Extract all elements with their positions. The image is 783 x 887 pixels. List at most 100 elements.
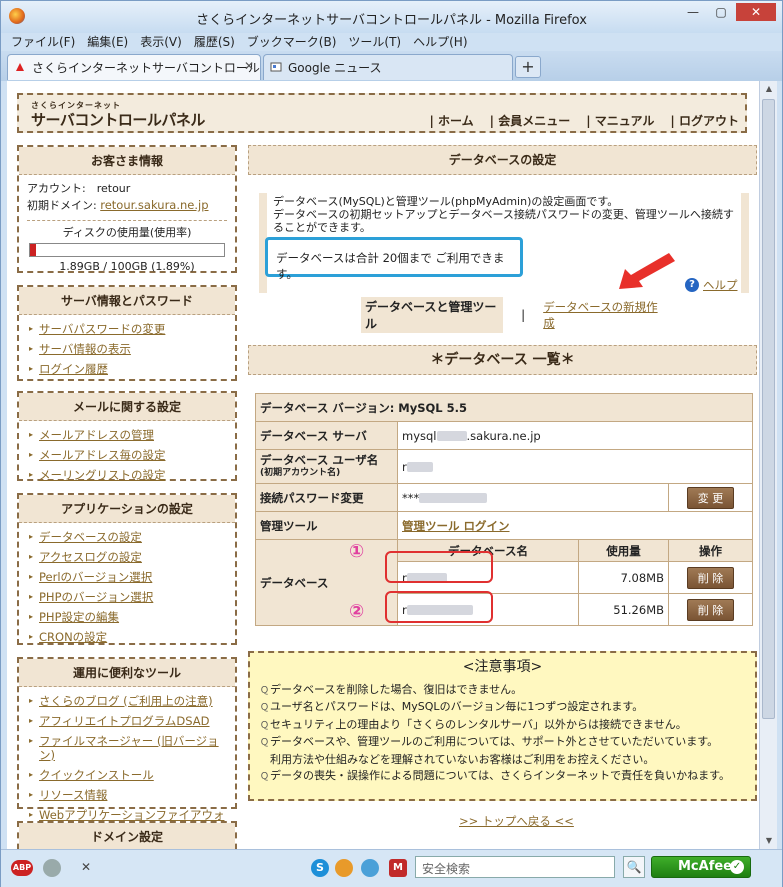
check-icon: ✓	[730, 860, 744, 874]
tab-bar: さくらインターネットサーバコントロールパネル ✕ Google ニュース +	[1, 51, 782, 81]
app-menu-title: アプリケーションの設定	[19, 495, 235, 523]
limit-highlight: データベースは合計 20個まで ご利用できます。	[265, 237, 523, 281]
addon-orange-icon[interactable]	[335, 859, 353, 877]
domain-link[interactable]: retour.sakura.ne.jp	[100, 198, 208, 212]
notice-item: データベースや、管理ツールのご利用については、サポート外とさせていただいています…	[260, 734, 745, 752]
back-to-top-link[interactable]: >> トップへ戻る <<	[459, 813, 574, 829]
sakura-favicon-icon	[16, 63, 24, 71]
link-php-version[interactable]: PHPのバージョン選択	[29, 587, 225, 607]
safe-search-input[interactable]: 安全検索	[415, 856, 615, 878]
addon-globe-icon[interactable]	[361, 859, 379, 877]
delete-db-button[interactable]: 削 除	[686, 566, 735, 589]
mcafee-shield-icon[interactable]: M	[389, 859, 407, 877]
link-server-info[interactable]: サーバ情報の表示	[29, 339, 225, 359]
nav-member-menu[interactable]: 会員メニュー	[490, 112, 570, 129]
db-user-label: データベース ユーザ名	[260, 452, 379, 467]
domain-label: 初期ドメイン:	[27, 199, 97, 212]
link-php-settings[interactable]: PHP設定の編集	[29, 607, 225, 627]
redacted-text	[436, 431, 467, 441]
tab-google-news[interactable]: Google ニュース	[263, 54, 513, 80]
maximize-button[interactable]: ▢	[708, 3, 734, 21]
menu-history[interactable]: 履歴(S)	[194, 33, 235, 51]
link-cron[interactable]: CRONの設定	[29, 627, 225, 647]
menu-file[interactable]: ファイル(F)	[11, 33, 75, 51]
link-server-password[interactable]: サーバパスワードの変更	[29, 319, 225, 339]
adblock-icon[interactable]: ABP	[11, 860, 33, 876]
close-button[interactable]: ✕	[736, 3, 776, 21]
disk-usage-text: 1.89GB / 100GB (1.89%)	[59, 260, 195, 273]
tools-menu-box: 運用に便利なツール さくらのブログ (ご利用上の注意) アフィリエイトプログラム…	[17, 657, 237, 836]
server-menu-title: サーバ情報とパスワード	[19, 287, 235, 315]
help-link[interactable]: ? ヘルプ	[685, 277, 738, 293]
link-mail-address[interactable]: メールアドレスの管理	[29, 425, 225, 445]
nav-manual[interactable]: マニュアル	[586, 112, 655, 129]
browser-window: さくらインターネットサーバコントロールパネル - Mozilla Firefox…	[0, 0, 783, 887]
new-tab-button[interactable]: +	[515, 56, 541, 78]
link-perl-version[interactable]: Perlのバージョン選択	[29, 567, 225, 587]
intro-line-1: データベース(MySQL)と管理ツール(phpMyAdmin)の設定画面です。	[273, 195, 619, 208]
delete-db-button[interactable]: 削 除	[686, 598, 735, 621]
change-password-button[interactable]: 変 更	[686, 486, 735, 509]
customer-info-title: お客さま情報	[19, 147, 235, 175]
mail-menu-title: メールに関する設定	[19, 393, 235, 421]
page-title: データベースの設定	[248, 145, 757, 175]
db-server-suffix: .sakura.ne.jp	[466, 428, 541, 443]
notice-box: <注意事項> データベースを削除した場合、復旧はできません。 ユーザ名とパスワー…	[248, 651, 757, 801]
db-tool-label: 管理ツール	[255, 511, 398, 540]
scroll-thumb[interactable]	[762, 99, 775, 719]
account-label: アカウント:	[27, 182, 86, 195]
nav-home[interactable]: ホーム	[429, 112, 474, 129]
domain-menu-box: ドメイン設定	[17, 821, 237, 849]
link-login-history[interactable]: ログイン履歴	[29, 359, 225, 379]
notice-item: ユーザ名とパスワードは、MySQLのバージョン毎に1つずつ設定されます。	[260, 699, 745, 717]
db-password-label: 接続パスワード変更	[255, 483, 398, 512]
page-header: さくらインターネット サーバコントロールパネル ホーム 会員メニュー マニュアル…	[17, 93, 747, 133]
link-file-manager[interactable]: ファイルマネージャー (旧バージョン)	[29, 731, 225, 765]
redacted-text	[406, 462, 433, 472]
mcafee-badge[interactable]: McAfee ✓	[651, 856, 751, 878]
skype-icon[interactable]: S	[311, 859, 329, 877]
col-usage: 使用量	[578, 539, 669, 562]
phpmyadmin-login-link[interactable]: 管理ツール ログイン	[402, 519, 510, 533]
notice-title: <注意事項>	[462, 659, 543, 675]
tab-label: さくらインターネットサーバコントロールパネル	[32, 61, 260, 75]
menu-bookmarks[interactable]: ブックマーク(B)	[247, 33, 337, 51]
minimize-button[interactable]: —	[680, 3, 706, 21]
link-quick-install[interactable]: クイックインストール	[29, 765, 225, 785]
subtab-new-db[interactable]: データベースの新規作成	[543, 299, 661, 331]
server-menu-box: サーバ情報とパスワード サーバパスワードの変更 サーバ情報の表示 ログイン履歴	[17, 285, 237, 381]
help-icon: ?	[685, 278, 699, 292]
scroll-down-icon[interactable]: ▼	[760, 833, 778, 849]
domain-menu-title: ドメイン設定	[19, 823, 235, 849]
link-db-settings[interactable]: データベースの設定	[29, 527, 225, 547]
vertical-scrollbar[interactable]: ▲ ▼	[759, 81, 777, 849]
menu-tools[interactable]: ツール(T)	[348, 33, 401, 51]
close-tab-icon[interactable]: ✕	[244, 59, 254, 73]
tab-sakura[interactable]: さくらインターネットサーバコントロールパネル ✕	[7, 54, 261, 80]
link-access-log[interactable]: アクセスログの設定	[29, 547, 225, 567]
search-icon[interactable]: 🔍	[623, 856, 645, 878]
window-title: さくらインターネットサーバコントロールパネル - Mozilla Firefox	[196, 13, 587, 28]
tools-menu-title: 運用に便利なツール	[19, 659, 235, 687]
db-usage: 51.26MB	[578, 593, 669, 626]
scroll-up-icon[interactable]: ▲	[760, 81, 778, 97]
subtab-db-tools[interactable]: データベースと管理ツール	[361, 297, 504, 333]
tab-label: Google ニュース	[288, 61, 382, 75]
notice-item: データベースを削除した場合、復旧はできません。	[260, 682, 745, 700]
app-menu-box: アプリケーションの設定 データベースの設定 アクセスログの設定 Perlのバージ…	[17, 493, 237, 645]
account-value: retour	[96, 182, 131, 195]
redacted-text	[419, 493, 488, 503]
nav-logout[interactable]: ログアウト	[670, 112, 739, 129]
link-mail-settings[interactable]: メールアドレス毎の設定	[29, 445, 225, 465]
menu-view[interactable]: 表示(V)	[140, 33, 182, 51]
link-blog[interactable]: さくらのブログ (ご利用上の注意)	[29, 691, 225, 711]
addon-gray-icon[interactable]	[43, 859, 61, 877]
close-icon[interactable]: ✕	[81, 860, 91, 874]
link-mailing-list[interactable]: メーリングリストの設定	[29, 465, 225, 485]
menu-edit[interactable]: 編集(E)	[87, 33, 128, 51]
col-action: 操作	[668, 539, 753, 562]
link-affiliate[interactable]: アフィリエイトプログラムDSAD	[29, 711, 225, 731]
intro-line-2: データベースの初期セットアップとデータベース接続パスワードの変更、管理ツールへ接…	[273, 208, 734, 234]
menu-help[interactable]: ヘルプ(H)	[413, 33, 467, 51]
link-resource-info[interactable]: リソース情報	[29, 785, 225, 805]
